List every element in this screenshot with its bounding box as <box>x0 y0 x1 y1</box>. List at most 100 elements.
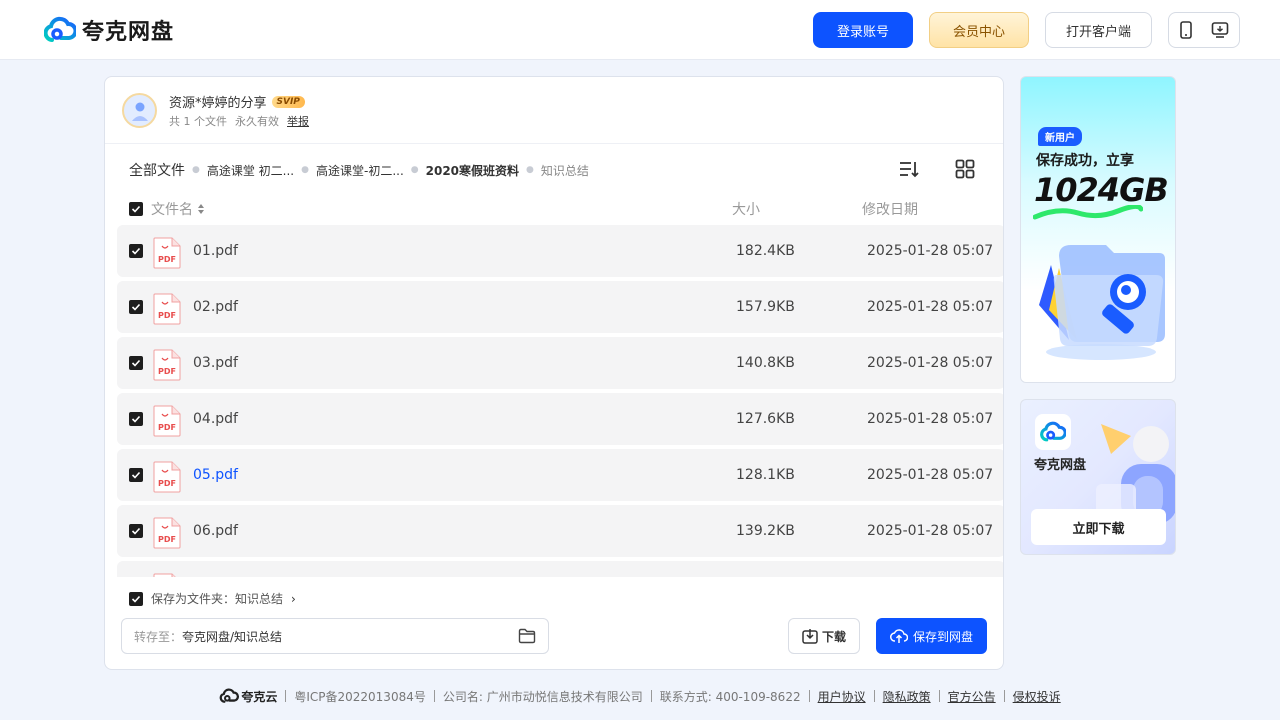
app-name: 夸克网盘 <box>1034 458 1087 473</box>
footer-divider <box>433 690 435 702</box>
column-name-header[interactable]: 文件名 <box>151 199 205 219</box>
breadcrumb-current: 知识总结 <box>540 163 589 178</box>
share-card: 资源*婷婷的分享 SVIP 共 1 个文件 永久有效 举报 全部文件 ● 高途课… <box>104 76 1004 670</box>
file-row[interactable]: PDF 06.pdf 139.2KB 2025-01-28 05:07 <box>117 505 1003 557</box>
validity: 永久有效 <box>235 115 279 128</box>
footer-brand: 夸克云 <box>219 688 277 705</box>
file-checkbox[interactable] <box>129 412 143 426</box>
file-name[interactable]: 02.pdf <box>193 299 238 315</box>
open-client-button[interactable]: 打开客户端 <box>1045 12 1152 48</box>
file-list: PDF 01.pdf 182.4KB 2025-01-28 05:07 PDF 02.pd… <box>117 225 1003 577</box>
squiggle-decoration-icon <box>1033 205 1143 220</box>
quark-cloud-icon <box>1040 421 1066 442</box>
footer-link-announcements[interactable]: 官方公告 <box>948 688 996 705</box>
check-icon <box>131 526 141 536</box>
breadcrumb-item[interactable]: 高途课堂-初二... <box>316 162 404 179</box>
vip-center-button[interactable]: 会员中心 <box>929 12 1029 48</box>
file-name[interactable]: 05.pdf <box>193 467 238 483</box>
quark-cloud-mono-icon <box>219 688 240 703</box>
column-size-header: 大小 <box>732 202 760 218</box>
promo-banner-new-user[interactable]: 新用户 保存成功，立享 1024GB <box>1020 76 1176 383</box>
breadcrumb-root[interactable]: 全部文件 <box>129 160 185 180</box>
select-all-checkbox[interactable] <box>129 202 143 216</box>
page-footer: 夸克云 粤ICP备2022013084号 公司名: 广州市动悦信息技术有限公司 … <box>0 686 1280 706</box>
download-icon <box>802 629 818 644</box>
pdf-file-icon: PDF <box>153 517 181 549</box>
file-size: 140.8KB <box>736 355 795 371</box>
file-size: 127.6KB <box>736 411 795 427</box>
cloud-illustration-icon <box>1096 424 1175 524</box>
pdf-file-icon: PDF <box>153 405 181 437</box>
file-checkbox[interactable] <box>129 468 143 482</box>
footer-brand-text: 夸克云 <box>241 689 278 704</box>
breadcrumb-separator-icon: ● <box>410 165 419 175</box>
promo-line: 保存成功，立享 <box>1036 153 1134 169</box>
login-button[interactable]: 登录账号 <box>813 12 913 48</box>
folder-icon[interactable] <box>518 628 536 644</box>
breadcrumb-separator-icon: ● <box>192 165 200 175</box>
file-row[interactable]: PDF 02.pdf 157.9KB 2025-01-28 05:07 <box>117 281 1003 333</box>
sort-icon[interactable] <box>898 158 920 180</box>
file-row[interactable]: PDF 03.pdf 140.8KB 2025-01-28 05:07 <box>117 337 1003 389</box>
save-as-folder-option[interactable]: 保存为文件夹：知识总结 › <box>129 590 296 607</box>
destination-prefix: 转存至： <box>134 629 183 644</box>
promo-capacity: 1024GB <box>1034 171 1169 209</box>
pdf-file-icon: PDF <box>153 573 181 577</box>
grid-view-icon[interactable] <box>954 158 976 180</box>
file-name[interactable]: 04.pdf <box>193 411 238 427</box>
file-name[interactable]: 03.pdf <box>193 355 238 371</box>
share-header: 资源*婷婷的分享 SVIP 共 1 个文件 永久有效 举报 <box>105 77 1003 144</box>
breadcrumb-item[interactable]: 高途课堂 初二... <box>207 162 294 179</box>
svg-text:PDF: PDF <box>158 535 176 544</box>
file-count: 共 1 个文件 <box>169 115 227 128</box>
share-meta: 共 1 个文件 永久有效 举报 <box>169 113 309 129</box>
download-button[interactable]: 下载 <box>788 618 860 654</box>
file-checkbox[interactable] <box>129 244 143 258</box>
check-icon <box>131 470 141 480</box>
sort-arrows-icon <box>198 204 204 214</box>
footer-link-user-agreement[interactable]: 用户协议 <box>818 688 866 705</box>
breadcrumb-item[interactable]: 2020寒假班资料 <box>426 162 519 179</box>
new-user-badge: 新用户 <box>1038 127 1082 146</box>
check-icon <box>131 358 141 368</box>
save-as-folder-checkbox[interactable] <box>129 591 143 606</box>
footer-divider <box>873 690 875 702</box>
report-link[interactable]: 举报 <box>287 113 309 129</box>
folder-illustration-icon <box>1039 245 1165 360</box>
footer-link-privacy[interactable]: 隐私政策 <box>883 688 931 705</box>
save-to-drive-label: 保存到网盘 <box>912 629 973 644</box>
file-date: 2025-01-28 05:07 <box>867 299 994 315</box>
logo[interactable]: 夸克网盘 <box>44 14 174 46</box>
column-name-label: 文件名 <box>151 202 193 218</box>
footer-contact: 联系方式: 400-109-8622 <box>659 689 801 704</box>
mobile-icon[interactable] <box>1179 21 1193 39</box>
file-checkbox[interactable] <box>129 300 143 314</box>
file-name[interactable]: 01.pdf <box>193 243 238 259</box>
file-row[interactable]: PDF <box>117 561 1003 577</box>
footer-link-report-infringement[interactable]: 侵权投诉 <box>1013 688 1061 705</box>
file-checkbox[interactable] <box>129 524 143 538</box>
download-app-button[interactable]: 立即下载 <box>1031 509 1166 545</box>
file-row[interactable]: PDF 04.pdf 127.6KB 2025-01-28 05:07 <box>117 393 1003 445</box>
file-checkbox[interactable] <box>129 356 143 370</box>
destination-selector[interactable]: 转存至： 夸克网盘/知识总结 <box>121 618 549 654</box>
avatar <box>122 93 157 128</box>
file-row[interactable]: PDF 05.pdf 128.1KB 2025-01-28 05:07 <box>117 449 1003 501</box>
desktop-icon[interactable] <box>1211 21 1229 39</box>
breadcrumb-separator-icon: ● <box>526 165 534 175</box>
file-size: 139.2KB <box>736 523 795 539</box>
svg-text:PDF: PDF <box>158 423 176 432</box>
app-logo <box>1035 414 1071 450</box>
save-to-drive-button[interactable]: 保存到网盘 <box>876 618 987 654</box>
check-icon <box>131 246 141 256</box>
pdf-file-icon: PDF <box>153 349 181 381</box>
svg-text:PDF: PDF <box>158 255 176 264</box>
file-size: 182.4KB <box>736 243 795 259</box>
download-label: 下载 <box>821 629 846 644</box>
svg-text:PDF: PDF <box>158 311 176 320</box>
svg-text:PDF: PDF <box>158 479 176 488</box>
file-row[interactable]: PDF 01.pdf 182.4KB 2025-01-28 05:07 <box>117 225 1003 277</box>
file-size: 157.9KB <box>736 299 795 315</box>
promo-banner-download-app[interactable]: 夸克网盘 立即下载 <box>1020 399 1176 555</box>
file-name[interactable]: 06.pdf <box>193 523 238 539</box>
